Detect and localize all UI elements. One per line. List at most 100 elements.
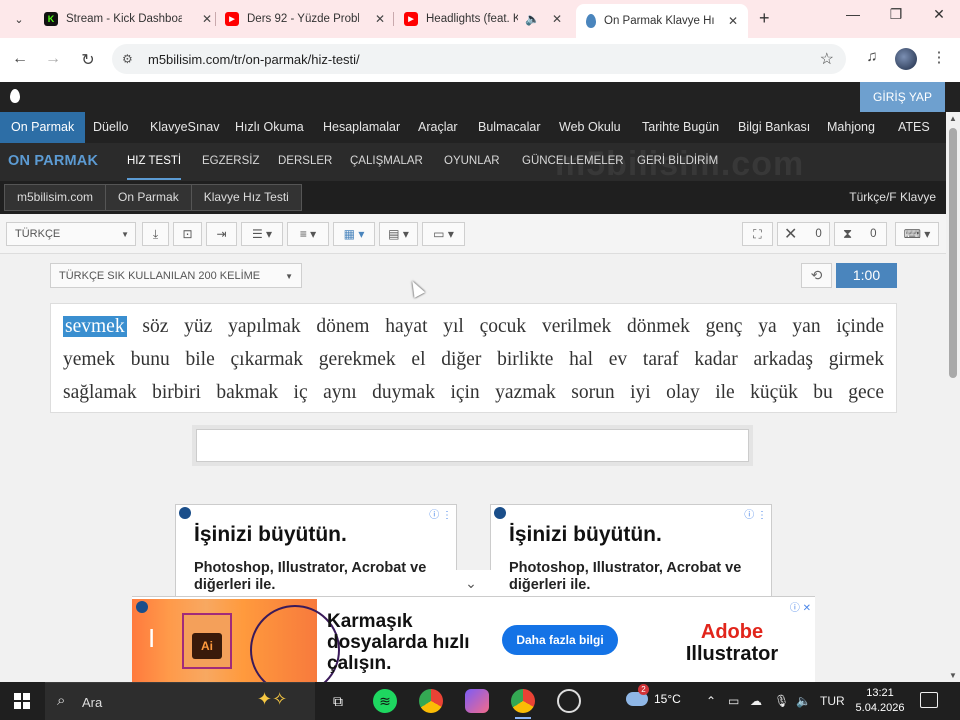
sub-nav-item[interactable]: DERSLER bbox=[278, 155, 332, 167]
breadcrumb-item[interactable]: On Parmak bbox=[105, 185, 191, 210]
chrome-active-icon[interactable] bbox=[511, 689, 535, 719]
page-scrollbar[interactable]: ▲ ▼ bbox=[946, 112, 960, 682]
word-line-2: yemek bunu bile çıkarmak gerekmek el diğ… bbox=[63, 349, 884, 370]
breadcrumb-item[interactable]: m5bilisim.com bbox=[5, 185, 105, 210]
minimize-icon[interactable]: — bbox=[838, 6, 868, 22]
tab-youtube-headlights[interactable]: ▶ Headlights (feat. K 🔈 ✕ bbox=[404, 6, 562, 32]
sub-nav-item[interactable]: ÇALIŞMALAR bbox=[350, 155, 423, 167]
main-nav-item[interactable]: KlavyeSınav bbox=[150, 112, 219, 143]
weather-widget[interactable]: 2 15°C bbox=[626, 684, 681, 706]
tab-on-parmak[interactable]: On Parmak Klavye Hız ✕ bbox=[576, 4, 748, 38]
ad-banner[interactable]: I Ai ⓘ ✕ Karmaşık dosyalarda hızlı çalış… bbox=[132, 596, 815, 695]
back-icon[interactable]: ← bbox=[10, 50, 30, 68]
sub-nav-item[interactable]: EGZERSİZ bbox=[202, 155, 260, 167]
cloud-tray-icon[interactable]: ☁ bbox=[750, 694, 762, 708]
close-icon[interactable]: ✕ bbox=[202, 12, 212, 26]
scroll-up-icon[interactable]: ▲ bbox=[949, 114, 957, 123]
ad-body: Photoshop, Illustrator, Acrobat ve diğer… bbox=[509, 560, 742, 593]
reload-icon[interactable]: ↻ bbox=[78, 50, 98, 70]
speaker-icon[interactable]: 🔈 bbox=[796, 694, 811, 708]
text-align-icon[interactable]: ≡ ▾ bbox=[287, 222, 329, 246]
sub-nav-item[interactable]: GÜNCELLEMELER bbox=[522, 155, 624, 167]
chrome-icon[interactable] bbox=[419, 689, 443, 713]
font-size-up-icon[interactable]: ⊡ bbox=[173, 222, 202, 246]
sub-nav-item[interactable]: OYUNLAR bbox=[444, 155, 500, 167]
window-close-icon[interactable]: ✕ bbox=[924, 6, 954, 23]
theme-grid-icon[interactable]: ▦ ▾ bbox=[333, 222, 375, 246]
speaker-icon[interactable]: 🔈 bbox=[525, 12, 540, 26]
media-control-icon[interactable]: ♫ bbox=[861, 48, 883, 65]
scroll-thumb[interactable] bbox=[949, 128, 957, 378]
close-icon[interactable]: ✕ bbox=[552, 12, 562, 26]
close-icon[interactable]: ✕ bbox=[375, 12, 385, 26]
site-info-icon[interactable]: ⚙ bbox=[122, 52, 133, 66]
new-tab-icon[interactable]: + bbox=[759, 8, 770, 29]
ad-info-icon[interactable]: ⓘ ⋮ bbox=[429, 506, 452, 521]
microphone-icon[interactable]: 🎙 bbox=[774, 694, 789, 708]
ad-card[interactable]: ⓘ ⋮ İşinizi büyütün. Photoshop, Illustra… bbox=[490, 504, 772, 599]
ad-badge-icon bbox=[494, 507, 506, 519]
system-clock[interactable]: 13:21 5.04.2026 bbox=[842, 686, 918, 716]
url-text[interactable]: m5bilisim.com/tr/on-parmak/hiz-testi/ bbox=[148, 52, 360, 67]
close-icon[interactable]: ✕ bbox=[728, 14, 738, 28]
address-bar[interactable]: ⚙ m5bilisim.com/tr/on-parmak/hiz-testi/ … bbox=[112, 44, 846, 74]
banner-cta-button[interactable]: Daha fazla bilgi bbox=[502, 625, 618, 655]
tab-title: On Parmak Klavye Hız bbox=[604, 15, 714, 27]
language-select[interactable]: TÜRKÇE ▼ bbox=[6, 222, 136, 246]
obs-icon[interactable] bbox=[557, 689, 581, 713]
sub-nav-item[interactable]: GERİ BİLDİRİM bbox=[637, 155, 718, 167]
keyboard-toggle-icon[interactable]: ⌨ ▾ bbox=[895, 222, 939, 246]
chevron-up-icon[interactable]: ⌃ bbox=[706, 694, 716, 708]
main-nav-item[interactable]: Mahjong bbox=[827, 112, 875, 143]
font-size-down-icon[interactable]: ⤓ bbox=[142, 222, 169, 246]
main-nav-item[interactable]: ATES bbox=[898, 112, 930, 143]
display-tray-icon[interactable]: ▭ bbox=[728, 694, 739, 708]
main-nav-item[interactable]: On Parmak bbox=[0, 112, 86, 143]
main-nav-item[interactable]: Düello bbox=[93, 112, 128, 143]
typing-input[interactable] bbox=[196, 429, 749, 462]
taskbar-search[interactable]: ⌕ Ara ✦✧ bbox=[45, 682, 315, 720]
fullscreen-icon[interactable]: ⛶ bbox=[742, 222, 773, 246]
notification-icon[interactable] bbox=[920, 692, 938, 708]
main-nav-item[interactable]: Hızlı Okuma bbox=[235, 112, 304, 143]
task-view-icon[interactable]: ⧉ bbox=[326, 689, 350, 713]
ad-info-icon[interactable]: ⓘ ⋮ bbox=[744, 506, 767, 521]
main-nav-item[interactable]: Araçlar bbox=[418, 112, 458, 143]
layout-rows-icon[interactable]: ▤ ▾ bbox=[379, 222, 418, 246]
bookmark-star-icon[interactable]: ☆ bbox=[820, 49, 834, 69]
main-nav-item[interactable]: Bulmacalar bbox=[478, 112, 541, 143]
tab-kick-stream[interactable]: K Stream - Kick Dashboa ✕ bbox=[44, 6, 212, 32]
input-language[interactable]: TUR bbox=[820, 694, 845, 708]
sub-nav-item-hiz-testi[interactable]: HIZ TESTİ bbox=[127, 155, 182, 180]
keyboard-layout-label[interactable]: Türkçe/F Klavye bbox=[849, 190, 936, 204]
chevron-down-icon[interactable]: ⌄ bbox=[443, 570, 499, 596]
breadcrumb-item[interactable]: Klavye Hız Testi bbox=[190, 185, 301, 210]
tab-youtube-ders[interactable]: ▶ Ders 92 - Yüzde Proble ✕ bbox=[225, 6, 385, 32]
restore-icon[interactable]: ❐ bbox=[881, 6, 911, 23]
profile-avatar[interactable] bbox=[895, 48, 917, 70]
forward-icon[interactable]: → bbox=[43, 50, 63, 68]
m5-logo-icon[interactable] bbox=[10, 89, 20, 103]
ad-headline: İşinizi büyütün. bbox=[509, 523, 662, 546]
test-toolbar: TÜRKÇE ▼ ⤓ ⊡ ⇥ ☰ ▾ ≡ ▾ ▦ ▾ ▤ ▾ ▭ ▾ ⛶ ✕ 0… bbox=[0, 214, 946, 254]
text-width-icon[interactable]: ⇥ bbox=[206, 222, 237, 246]
login-button[interactable]: GİRİŞ YAP bbox=[860, 82, 945, 112]
main-nav-item[interactable]: Bilgi Bankası bbox=[738, 112, 810, 143]
restart-icon[interactable]: ⟲ bbox=[801, 263, 832, 288]
tab-search-icon[interactable]: ⌄ bbox=[8, 8, 30, 30]
ad-info-icon[interactable]: ⓘ ✕ bbox=[790, 599, 811, 614]
windows-start-icon[interactable] bbox=[14, 693, 30, 709]
menu-dots-icon[interactable]: ⋮ bbox=[928, 48, 950, 66]
display-icon[interactable]: ▭ ▾ bbox=[422, 222, 465, 246]
word-set-select[interactable]: TÜRKÇE SIK KULLANILAN 200 KELİME ▼ bbox=[50, 263, 302, 288]
main-nav-item[interactable]: Hesaplamalar bbox=[323, 112, 400, 143]
spotify-icon[interactable]: ≋ bbox=[373, 689, 397, 713]
copilot-icon[interactable] bbox=[465, 689, 489, 713]
main-nav-item[interactable]: Tarihte Bugün bbox=[642, 112, 719, 143]
section-brand[interactable]: ON PARMAK bbox=[8, 153, 98, 169]
scroll-down-icon[interactable]: ▼ bbox=[949, 671, 957, 680]
ad-card[interactable]: ⓘ ⋮ İşinizi büyütün. Photoshop, Illustra… bbox=[175, 504, 457, 599]
error-counter: ✕ 0 bbox=[777, 222, 830, 246]
main-nav-item[interactable]: Web Okulu bbox=[559, 112, 621, 143]
line-spacing-icon[interactable]: ☰ ▾ bbox=[241, 222, 283, 246]
